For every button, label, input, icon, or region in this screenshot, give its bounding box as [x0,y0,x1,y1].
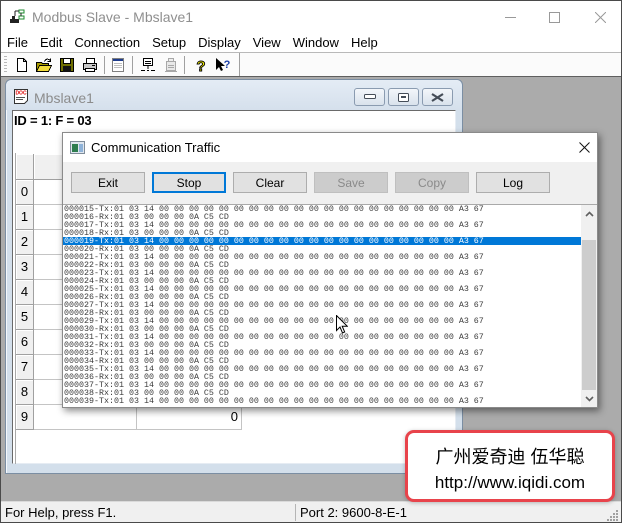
child-window-title: Mbslave1 [34,90,94,106]
traffic-lines: 000015-Tx:01 03 14 00 00 00 00 00 00 00 … [63,205,581,407]
toolbar: ? ? [1,53,621,76]
child-title-bar[interactable]: DOC Mbslave1 [6,80,462,110]
chevron-down-icon [584,395,594,402]
modbus-slave-app: Modbus Slave - Mbslave1 File Edit Connec… [0,0,625,523]
traffic-listbox[interactable]: 000015-Tx:01 03 14 00 00 00 00 00 00 00 … [63,204,597,407]
communication-traffic-dialog: Communication Traffic Exit Stop Clear Sa… [62,132,598,408]
window-title: Modbus Slave - Mbslave1 [32,9,194,25]
minimize-icon [504,16,516,18]
title-bar[interactable]: Modbus Slave - Mbslave1 [1,1,621,32]
watermark-author: 广州爱奇迪 伍华聪 [435,447,585,467]
menu-view[interactable]: View [247,35,287,50]
menu-help[interactable]: Help [345,35,384,50]
connect-icon [141,58,155,71]
exit-button[interactable]: Exit [71,172,145,193]
close-icon [431,92,444,102]
svg-text:?: ? [196,58,205,73]
stop-button[interactable]: Stop [152,172,226,193]
menu-display[interactable]: Display [192,35,247,50]
grid-row-header[interactable]: 4 [16,280,34,305]
menu-setup[interactable]: Setup [146,35,192,50]
display-button[interactable] [109,56,127,74]
close-icon [594,11,606,23]
status-separator [295,504,296,521]
toolbar-grip[interactable] [4,56,7,73]
grid-row-header[interactable]: 5 [16,305,34,330]
menu-connection[interactable]: Connection [68,35,146,50]
grid-row-header[interactable]: 8 [16,380,34,405]
traffic-window-icon [70,141,85,154]
save-button[interactable]: Save [314,172,388,193]
toolbar-end-separator [239,53,240,76]
scroll-down-button[interactable] [581,390,597,407]
minimize-icon [363,94,376,99]
connect-button[interactable] [139,56,157,74]
grid-row-header[interactable]: 3 [16,255,34,280]
context-help-icon: ? [216,58,231,71]
print-button[interactable] [81,56,99,74]
grid-value-cell[interactable]: 0 [137,405,242,430]
disconnect-icon [165,58,177,72]
help-icon: ? [196,58,206,73]
grid-row-header[interactable]: 6 [16,330,34,355]
restore-icon [398,92,409,102]
grid-row-header[interactable]: 9 [16,405,34,430]
child-restore-button[interactable] [388,88,419,106]
open-folder-icon [36,58,52,72]
vertical-scrollbar[interactable] [581,205,597,407]
traffic-line[interactable]: 000039-Tx:01 03 14 00 00 00 00 00 00 00 … [63,397,581,405]
close-icon [578,142,590,153]
dialog-title: Communication Traffic [91,140,221,155]
child-close-button[interactable] [422,88,453,106]
menu-edit[interactable]: Edit [34,35,68,50]
toolbar-separator [132,56,133,74]
grid-row-header[interactable]: 1 [16,205,34,230]
watermark-box: 广州爱奇迪 伍华聪 http://www.iqidi.com [405,430,615,502]
print-icon [83,58,97,72]
menu-file[interactable]: File [1,35,34,50]
modbus-slave-app-icon [10,9,25,23]
dialog-close-button[interactable] [571,133,597,162]
save-button[interactable] [58,56,76,74]
display-window-icon [112,58,124,72]
scrollbar-thumb[interactable] [582,240,596,390]
status-help-text: For Help, press F1. [5,505,117,520]
chevron-up-icon [584,210,594,217]
help-button[interactable]: ? [192,56,210,74]
maximize-icon [548,11,560,23]
status-port-settings: Port 2: 9600-8-E-1 [300,505,407,520]
grid-corner-header [16,154,34,180]
open-button[interactable] [35,56,53,74]
context-help-button[interactable]: ? [214,56,232,74]
menu-bar: File Edit Connection Setup Display View … [1,32,621,53]
dialog-title-bar[interactable]: Communication Traffic [63,133,597,162]
toolbar-separator [184,56,185,74]
mouse-cursor-icon [336,315,348,334]
slave-id-function-label: ID = 1: F = 03 [14,113,92,128]
child-minimize-button[interactable] [354,88,385,106]
status-bar: For Help, press F1. Port 2: 9600-8-E-1 [1,501,621,522]
new-button[interactable] [13,56,31,74]
document-icon: DOC [14,89,28,104]
clear-button[interactable]: Clear [233,172,307,193]
minimize-button[interactable] [487,2,533,32]
scroll-up-button[interactable] [581,205,597,222]
svg-text:?: ? [224,59,231,71]
watermark-url: http://www.iqidi.com [434,473,586,492]
grid-alias-cell[interactable] [34,405,137,430]
grid-row-header[interactable]: 0 [16,180,34,205]
toolbar-separator [104,56,105,74]
grid-row-header[interactable]: 2 [16,230,34,255]
disconnect-button[interactable] [162,56,180,74]
new-document-icon [17,58,27,72]
log-button[interactable]: Log [476,172,550,193]
close-button[interactable] [577,2,623,32]
svg-text:DOC: DOC [15,91,27,97]
save-icon [60,58,74,72]
menu-window[interactable]: Window [287,35,345,50]
copy-button[interactable]: Copy [395,172,469,193]
grid-row-header[interactable]: 7 [16,355,34,380]
resize-grip-icon[interactable] [607,509,619,521]
maximize-button[interactable] [531,2,577,32]
